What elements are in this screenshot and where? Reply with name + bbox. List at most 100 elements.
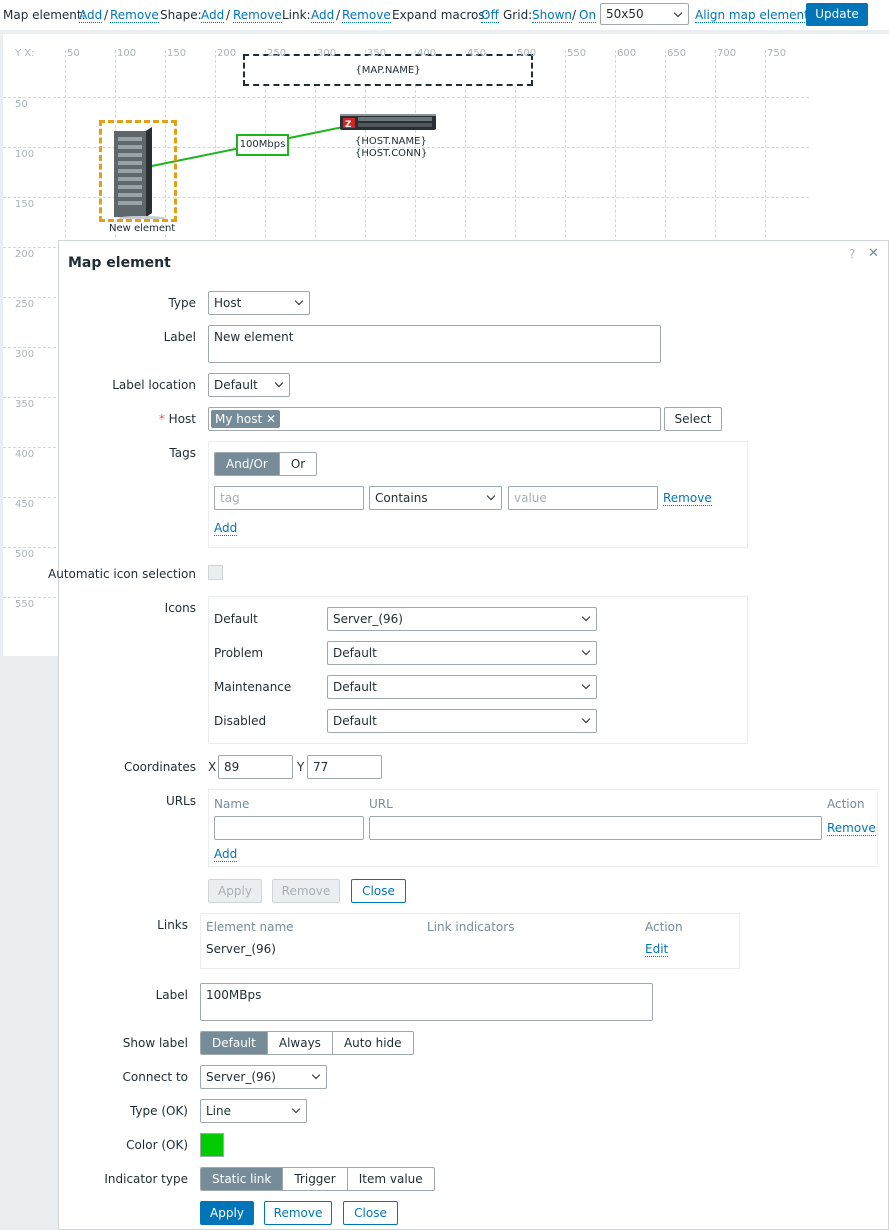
- x-tick-label: 750: [767, 48, 787, 59]
- link-remove-button[interactable]: Remove: [264, 1201, 332, 1225]
- links-row-edit-link[interactable]: Edit: [645, 942, 669, 957]
- x-tick-label: 600: [617, 48, 637, 59]
- label-location-select[interactable]: Default: [208, 373, 290, 397]
- auto-icon-checkbox[interactable]: [208, 565, 223, 580]
- tag-value-input[interactable]: value: [508, 486, 658, 510]
- y-tick-label: 350: [15, 399, 35, 410]
- y-tick-label: 400: [15, 449, 35, 460]
- element-apply-button[interactable]: Apply: [208, 879, 262, 903]
- host-conn-label: {HOST.CONN}: [355, 148, 428, 159]
- y-coordinate-input[interactable]: 77: [307, 755, 382, 779]
- icon-problem-select[interactable]: Default: [327, 641, 597, 665]
- update-button[interactable]: Update: [806, 3, 868, 26]
- align-map-elements-link[interactable]: Align map elements: [695, 8, 816, 23]
- or-option[interactable]: Or: [280, 453, 316, 475]
- link-close-button[interactable]: Close: [343, 1201, 398, 1225]
- type-ok-select[interactable]: Line: [200, 1099, 307, 1123]
- indicator-type-label: Indicator type: [104, 1172, 188, 1186]
- y-tick-label: 300: [15, 349, 35, 360]
- host-multiselect[interactable]: My host ✕: [208, 407, 661, 431]
- remove-element-link[interactable]: Remove: [110, 8, 159, 23]
- x-tick-label: 150: [167, 48, 187, 59]
- link-label-textarea[interactable]: 100MBps: [200, 983, 653, 1021]
- link-label-box[interactable]: 100Mbps: [236, 134, 289, 156]
- url-add-link[interactable]: Add: [214, 847, 238, 862]
- remove-chip-icon[interactable]: ✕: [266, 412, 276, 426]
- indicator-item-value[interactable]: Item value: [348, 1168, 434, 1190]
- x-tick-label: 450: [467, 48, 487, 59]
- auto-icon-label: Automatic icon selection: [48, 567, 196, 581]
- tag-operator-select[interactable]: Contains: [369, 486, 502, 510]
- tag-add-link[interactable]: Add: [214, 521, 238, 536]
- shape-label: Shape:: [160, 8, 202, 22]
- indicator-trigger[interactable]: Trigger: [283, 1168, 348, 1190]
- grid-size-select[interactable]: 50x50: [600, 3, 689, 25]
- element-remove-button[interactable]: Remove: [272, 879, 340, 903]
- host-label: * Host: [159, 412, 196, 426]
- svg-text:Z: Z: [345, 120, 352, 130]
- show-label-auto-hide[interactable]: Auto hide: [333, 1032, 413, 1054]
- host-label-text: Host: [168, 412, 196, 426]
- router-icon: Z: [340, 114, 436, 130]
- router-host-element[interactable]: Z: [340, 110, 436, 134]
- url-name-input[interactable]: [214, 816, 364, 840]
- icon-default-select[interactable]: Server_(96): [327, 607, 597, 631]
- add-element-link[interactable]: Add: [79, 8, 103, 23]
- label-label: Label: [163, 330, 196, 344]
- connect-to-select[interactable]: Server_(96): [200, 1065, 327, 1089]
- indicator-type-toggle: Static link Trigger Item value: [200, 1167, 435, 1191]
- remove-link-link[interactable]: Remove: [342, 8, 391, 23]
- url-input[interactable]: [369, 816, 822, 840]
- selected-element-frame[interactable]: [99, 120, 177, 222]
- host-select-button[interactable]: Select: [664, 407, 722, 431]
- icon-problem-label: Problem: [214, 646, 264, 660]
- and-or-option[interactable]: And/Or: [215, 453, 280, 475]
- coordinates-label: Coordinates: [123, 760, 196, 774]
- show-label-default[interactable]: Default: [201, 1032, 268, 1054]
- map-toolbar: Map element: Add / Remove Shape: Add / R…: [0, 0, 889, 30]
- expand-macros-off-link[interactable]: Off: [481, 8, 499, 23]
- remove-shape-link[interactable]: Remove: [233, 8, 282, 23]
- map-element-dialog: Map element ? ✕ Type Host Label New elem…: [48, 240, 889, 1230]
- grid-on-link[interactable]: On: [579, 8, 597, 23]
- expand-macros-label: Expand macros:: [392, 8, 489, 22]
- separator: /: [104, 8, 109, 22]
- close-icon[interactable]: ✕: [868, 246, 879, 261]
- host-chip: My host ✕: [211, 410, 281, 428]
- links-indicators-header: Link indicators: [427, 920, 515, 934]
- tag-remove-link[interactable]: Remove: [663, 491, 712, 506]
- tags-label: Tags: [169, 446, 196, 460]
- add-shape-link[interactable]: Add: [201, 8, 225, 23]
- link-label-label: Label: [155, 988, 188, 1002]
- x-coordinate-input[interactable]: 89: [218, 755, 293, 779]
- y-tick-label: 50: [15, 99, 28, 110]
- tags-evaltype-toggle: And/Or Or: [214, 452, 318, 476]
- urls-label: URLs: [165, 794, 196, 808]
- tag-input[interactable]: tag: [214, 486, 364, 510]
- label-location-label: Label location: [112, 378, 196, 392]
- link-apply-button[interactable]: Apply: [200, 1201, 254, 1225]
- separator: /: [336, 8, 341, 22]
- separator: /: [226, 8, 231, 22]
- add-link-link[interactable]: Add: [311, 8, 335, 23]
- color-ok-swatch[interactable]: [200, 1133, 224, 1157]
- icon-disabled-select[interactable]: Default: [327, 709, 597, 733]
- host-chip-label: My host: [215, 412, 263, 426]
- separator: /: [572, 8, 577, 22]
- show-label-always[interactable]: Always: [268, 1032, 333, 1054]
- indicator-static-link[interactable]: Static link: [201, 1168, 284, 1190]
- url-remove-link[interactable]: Remove: [827, 821, 876, 836]
- grid-shown-link[interactable]: Shown: [532, 8, 572, 23]
- type-select[interactable]: Host: [208, 291, 310, 315]
- url-action-header: Action: [827, 797, 865, 811]
- element-close-button[interactable]: Close: [351, 879, 406, 903]
- color-ok-label: Color (OK): [126, 1138, 188, 1152]
- icon-maintenance-select[interactable]: Default: [327, 675, 597, 699]
- help-icon[interactable]: ?: [849, 247, 855, 261]
- y-tick-label: 450: [15, 499, 35, 510]
- icon-disabled-label: Disabled: [214, 714, 267, 728]
- url-url-header: URL: [369, 797, 393, 811]
- label-textarea[interactable]: New element: [208, 325, 661, 363]
- y-label: Y: [297, 760, 305, 774]
- x-tick-label: 100: [117, 48, 137, 59]
